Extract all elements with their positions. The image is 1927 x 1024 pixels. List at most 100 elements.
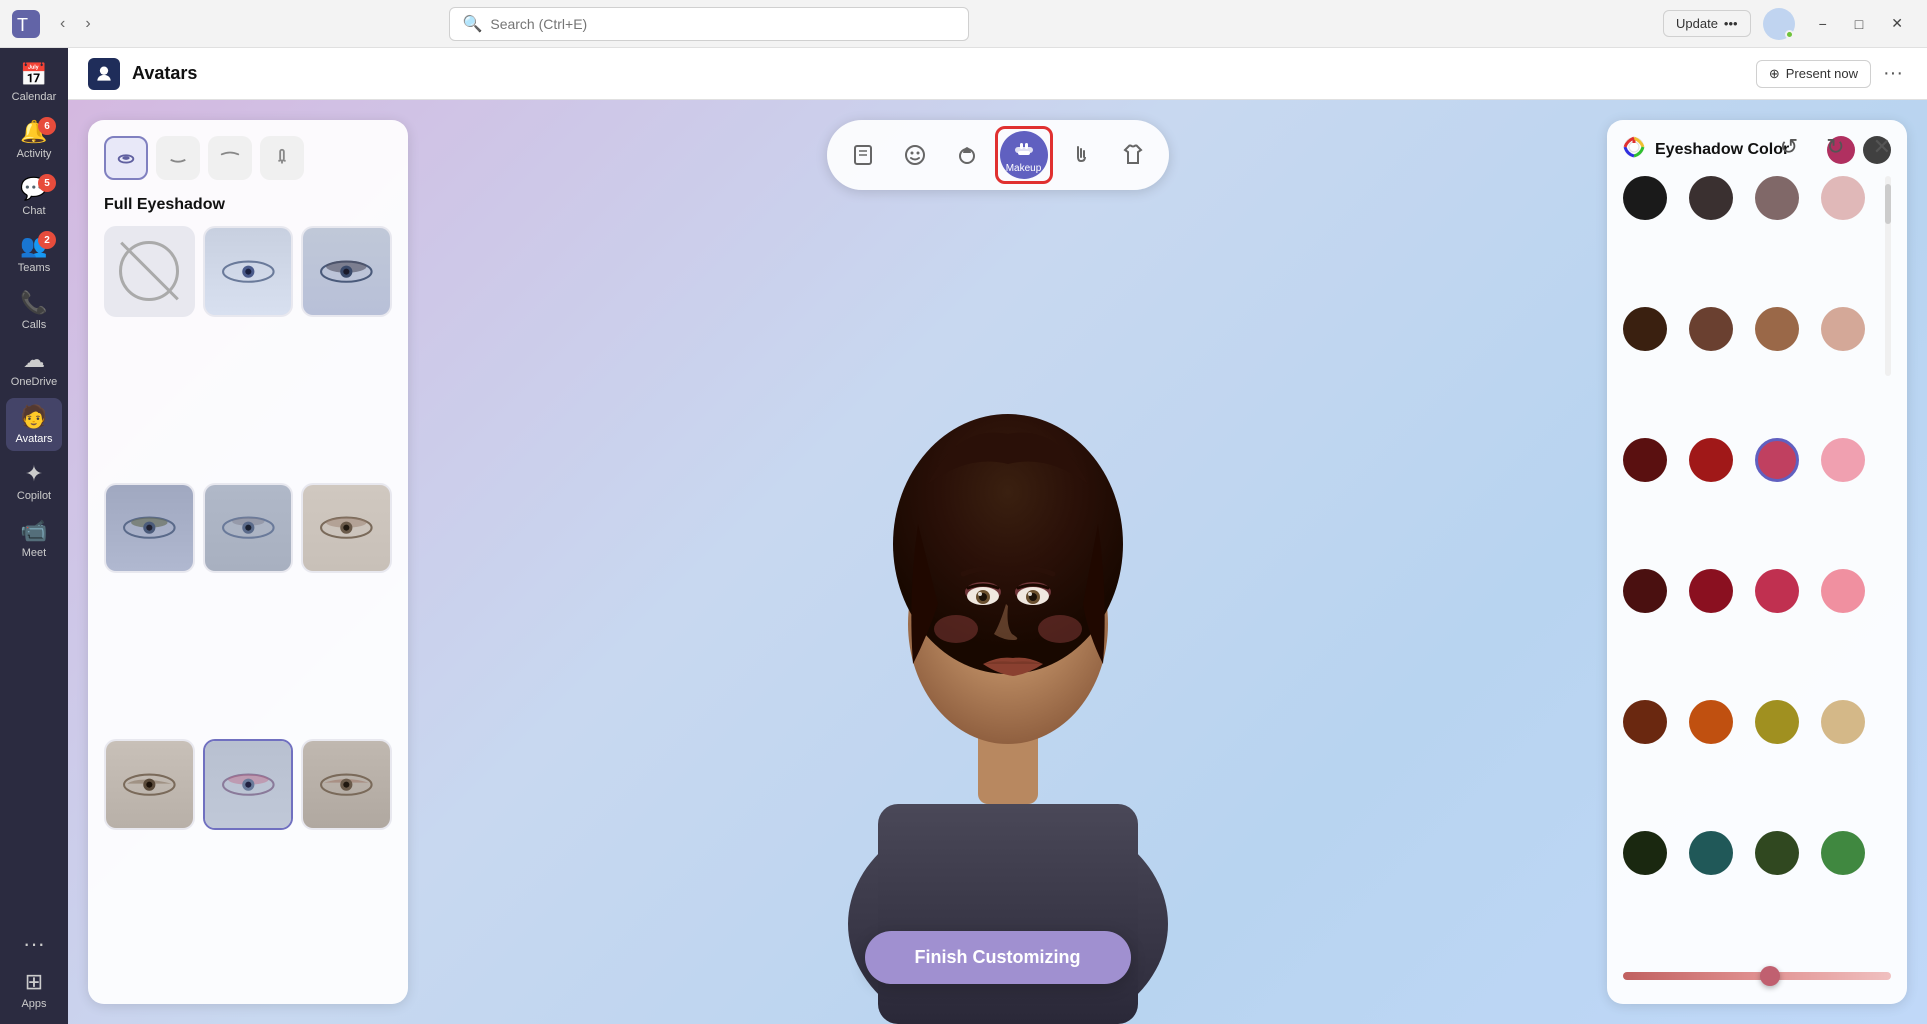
color-swatch-14[interactable] [1755,569,1799,613]
color-swatch-5[interactable] [1689,307,1733,351]
style-item-1[interactable] [203,226,294,317]
redo-button[interactable]: ↻ [1820,128,1850,166]
makeup-btn-wrapper: Makeup [995,126,1053,184]
opacity-slider[interactable] [1623,972,1891,980]
top-toolbar: Makeup [827,120,1169,190]
maximize-button[interactable]: □ [1843,11,1875,36]
sidebar-item-meet[interactable]: 📹 Meet [6,512,62,565]
content-area: Avatars ⊕ Present now ··· [68,48,1927,1024]
right-panel: Eyeshadow Color [1607,120,1907,1004]
color-swatch-8[interactable] [1623,438,1667,482]
color-swatch-9[interactable] [1689,438,1733,482]
sidebar-label-teams: Teams [18,262,50,274]
style-item-none[interactable] [104,226,195,317]
color-swatch-19[interactable] [1821,700,1865,744]
sidebar-item-activity[interactable]: 🔔 6 Activity [6,113,62,166]
workspace: Makeup [68,100,1927,1024]
workspace-close-button[interactable]: ✕ [1867,128,1897,166]
tab-lower-eyeshadow[interactable] [156,136,200,180]
sidebar-label-avatars: Avatars [15,433,52,445]
minimize-button[interactable]: − [1807,11,1839,36]
style-item-6[interactable] [104,739,195,830]
color-swatch-4[interactable] [1623,307,1667,351]
section-title: Full Eyeshadow [104,196,392,214]
sidebar-item-chat[interactable]: 💬 5 Chat [6,170,62,223]
sidebar: 📅 Calendar 🔔 6 Activity 💬 5 Chat 👥 2 Tea… [0,48,68,1024]
scrollbar-track[interactable] [1885,176,1891,376]
style-item-2[interactable] [301,226,392,317]
scrollbar-thumb[interactable] [1885,184,1891,224]
close-button[interactable]: ✕ [1879,11,1915,36]
back-button[interactable]: ‹ [52,11,73,37]
color-swatch-3[interactable] [1821,176,1865,220]
toolbar-pose-button[interactable] [839,131,887,179]
toolbar-hair-button[interactable] [943,131,991,179]
avatar-3d [798,244,1218,1024]
search-input[interactable] [490,16,956,32]
style-item-8[interactable] [301,739,392,830]
avatar-center [408,100,1607,1024]
present-now-label: Present now [1786,66,1858,81]
color-swatch-1[interactable] [1689,176,1733,220]
apps-icon: ⊞ [25,969,43,995]
toolbar-gesture-button[interactable] [1057,131,1105,179]
sidebar-item-avatars[interactable]: 🧑 Avatars [6,398,62,451]
style-item-5[interactable] [301,483,392,574]
calls-icon: 📞 [20,290,47,316]
undo-button[interactable]: ↺ [1774,128,1804,166]
user-avatar[interactable] [1763,8,1795,40]
header-more-button[interactable]: ··· [1879,58,1907,89]
present-now-button[interactable]: ⊕ Present now [1756,60,1871,88]
color-swatch-7[interactable] [1821,307,1865,351]
color-swatch-22[interactable] [1755,831,1799,875]
color-swatch-0[interactable] [1623,176,1667,220]
color-swatch-18[interactable] [1755,700,1799,744]
sidebar-item-copilot[interactable]: ✦ Copilot [6,455,62,508]
color-swatch-10[interactable] [1755,438,1799,482]
update-button[interactable]: Update ••• [1663,10,1751,37]
eye-thumb-1 [205,228,292,315]
color-swatch-20[interactable] [1623,831,1667,875]
eye-thumb-7 [205,741,292,828]
color-grid-container [1623,176,1891,952]
sidebar-item-more[interactable]: ··· [6,925,62,963]
color-swatch-15[interactable] [1821,569,1865,613]
tab-mascara[interactable] [260,136,304,180]
color-swatch-13[interactable] [1689,569,1733,613]
toolbar-makeup-button[interactable]: Makeup [1000,131,1048,179]
style-item-3[interactable] [104,483,195,574]
eye-thumb-5 [303,485,390,572]
tab-full-eyeshadow[interactable] [104,136,148,180]
slider-thumb[interactable] [1760,966,1780,986]
sidebar-item-calls[interactable]: 📞 Calls [6,284,62,337]
style-item-7[interactable] [203,739,294,830]
toolbar-outfit-button[interactable] [1109,131,1157,179]
color-swatch-23[interactable] [1821,831,1865,875]
color-swatch-16[interactable] [1623,700,1667,744]
toolbar-face-button[interactable] [891,131,939,179]
sidebar-item-onedrive[interactable]: ☁ OneDrive [6,341,62,394]
color-swatch-12[interactable] [1623,569,1667,613]
copilot-icon: ✦ [25,461,43,487]
color-swatch-21[interactable] [1689,831,1733,875]
color-swatch-11[interactable] [1821,438,1865,482]
color-swatch-17[interactable] [1689,700,1733,744]
tab-eyeliner[interactable] [208,136,252,180]
color-swatch-6[interactable] [1755,307,1799,351]
more-icon: ··· [23,931,45,957]
page-title: Avatars [132,63,197,84]
title-bar: T ‹ › 🔍 Update ••• − □ ✕ [0,0,1927,48]
color-swatch-2[interactable] [1755,176,1799,220]
avatars-icon: 🧑 [20,404,47,430]
style-item-4[interactable] [203,483,294,574]
eye-thumb-3 [106,485,193,572]
sidebar-item-apps[interactable]: ⊞ Apps [6,963,62,1016]
sidebar-item-teams[interactable]: 👥 2 Teams [6,227,62,280]
finish-customizing-button[interactable]: Finish Customizing [865,931,1131,984]
app-header: Avatars ⊕ Present now ··· [68,48,1927,100]
sidebar-label-copilot: Copilot [17,490,51,502]
search-bar[interactable]: 🔍 [449,7,969,41]
sidebar-item-calendar[interactable]: 📅 Calendar [6,56,62,109]
forward-button[interactable]: › [77,11,98,37]
eye-thumb-6 [106,741,193,828]
